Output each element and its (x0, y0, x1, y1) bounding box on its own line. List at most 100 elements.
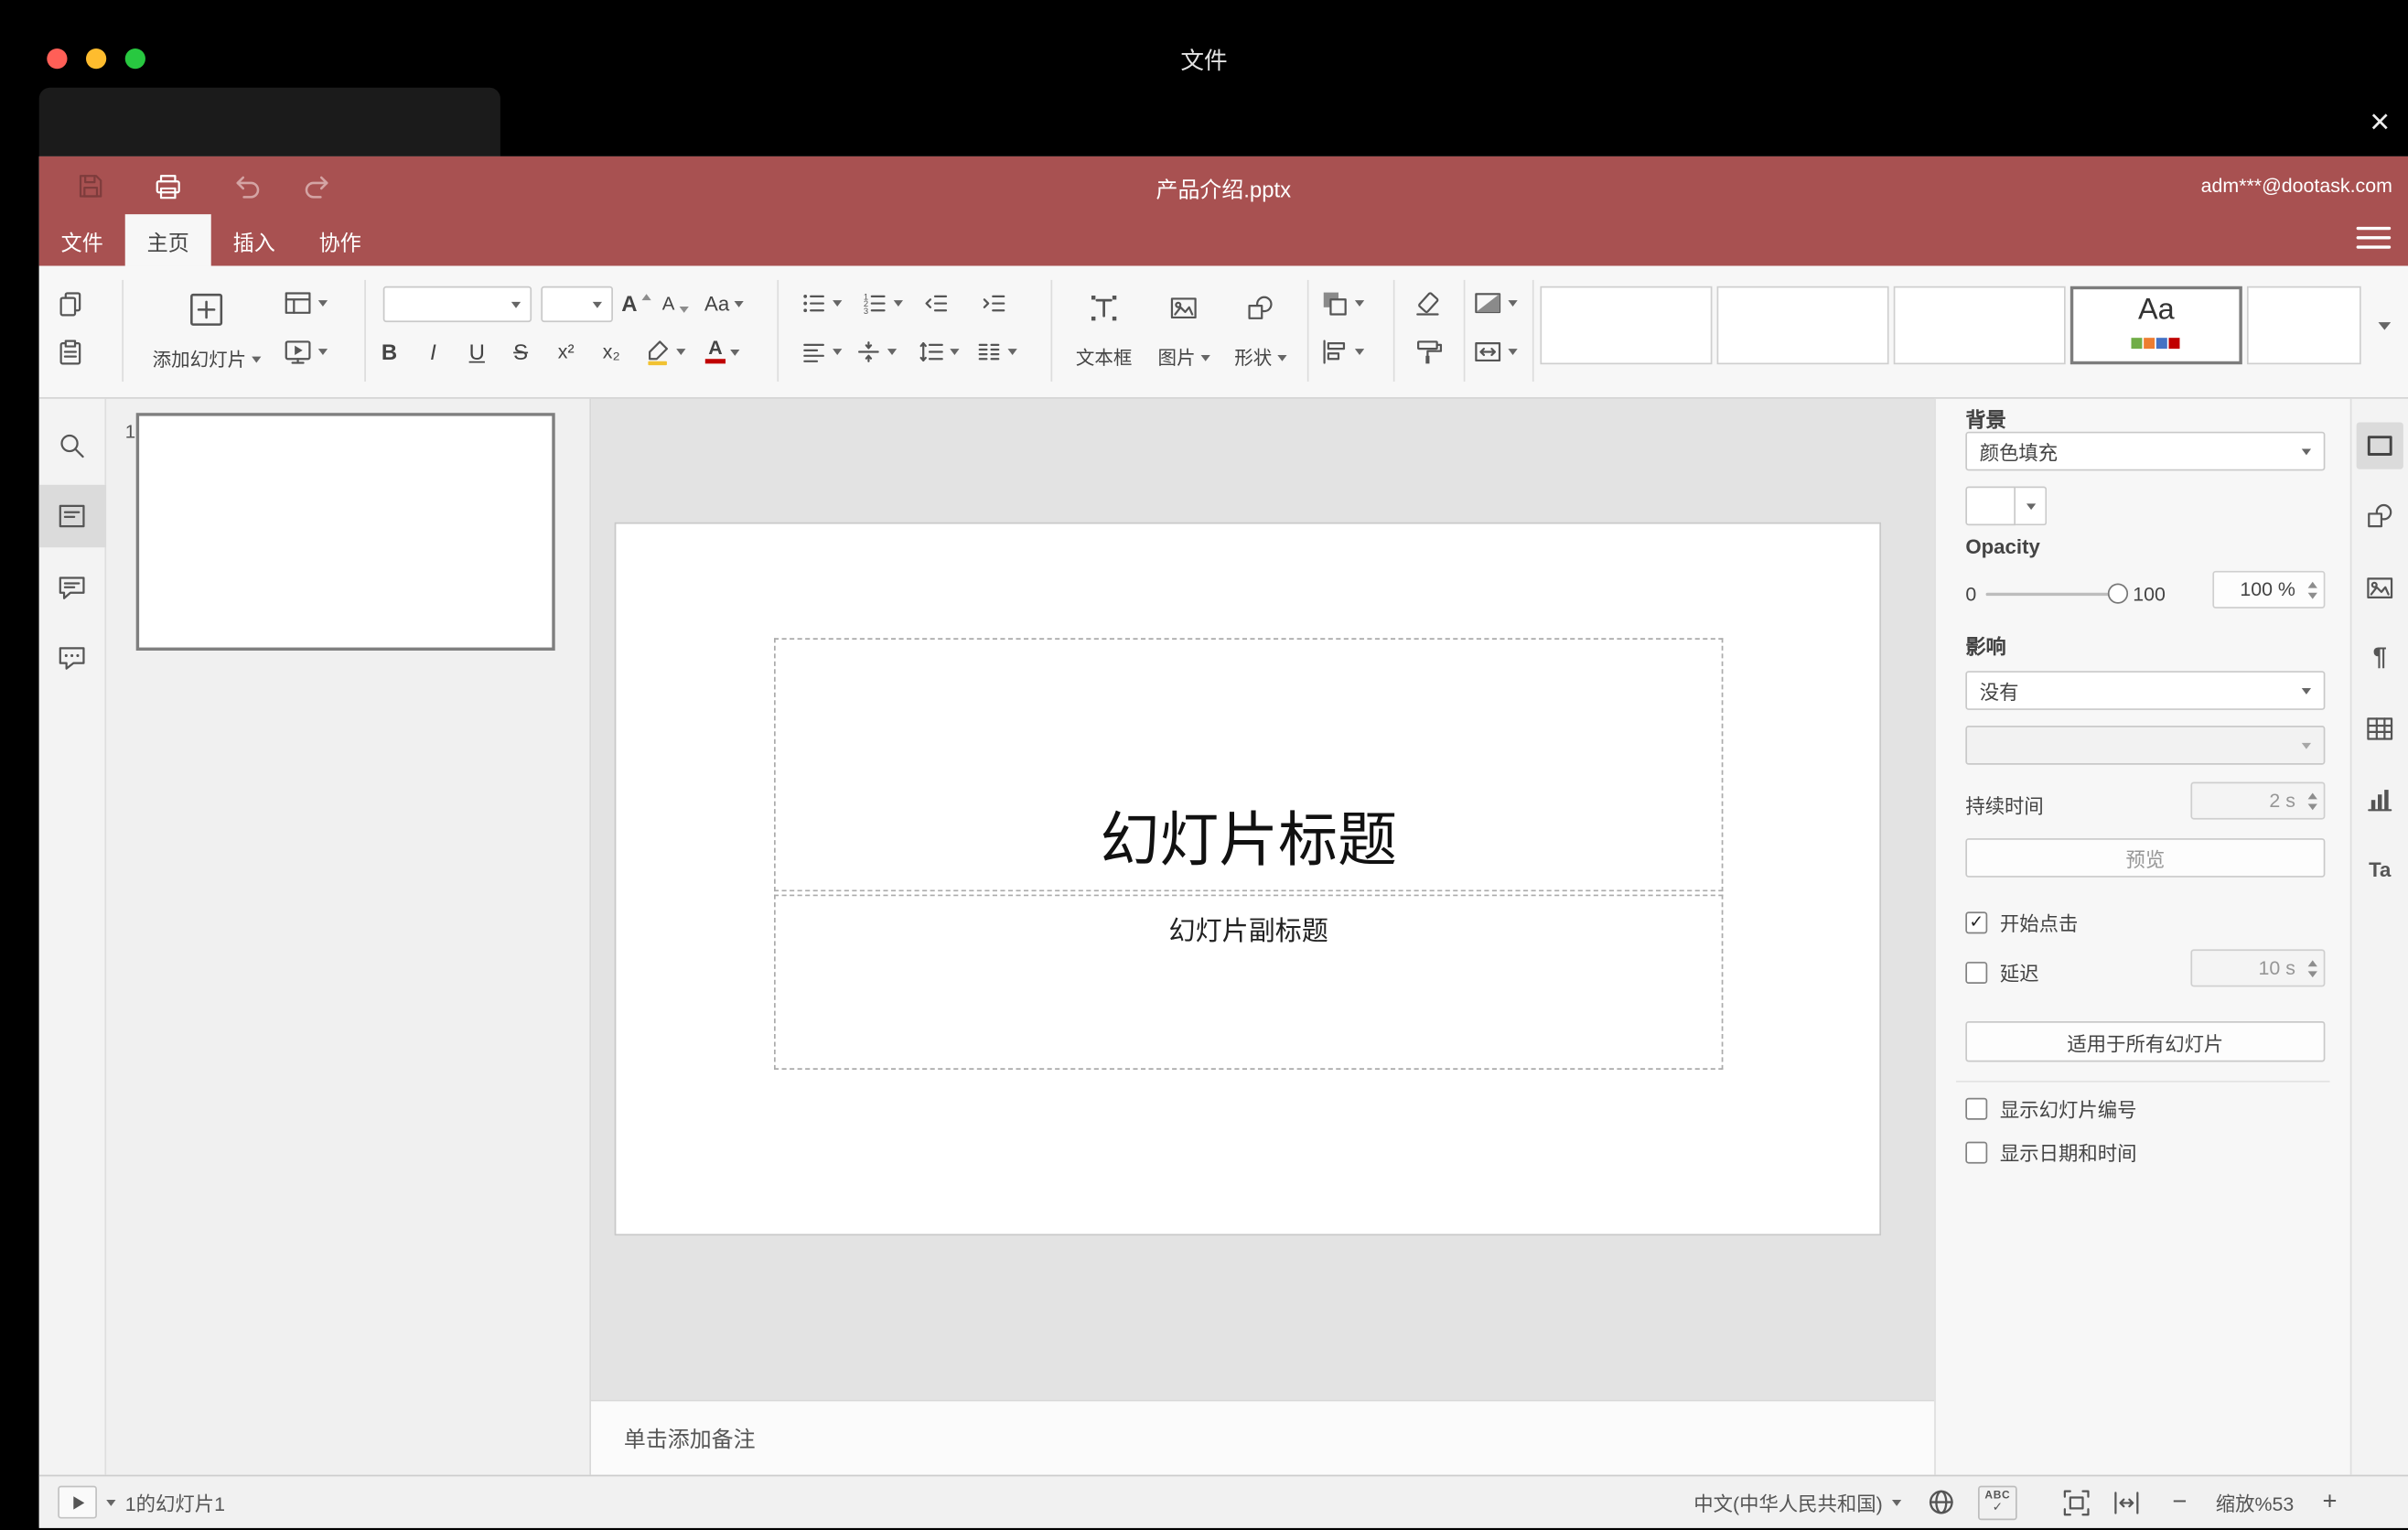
slide-size-button[interactable] (1472, 336, 1518, 367)
delay-checkbox[interactable] (1965, 961, 1988, 984)
theme-thumbnail-3[interactable] (1893, 286, 2066, 365)
chevron-down-icon[interactable] (106, 1499, 116, 1505)
change-case-button[interactable]: Aa (704, 292, 744, 315)
show-date-time-checkbox[interactable] (1965, 1140, 1988, 1163)
title-placeholder[interactable]: 幻灯片标题 (773, 638, 1724, 892)
chevron-down-icon (2026, 502, 2036, 510)
theme-thumbnail-1[interactable] (1540, 286, 1713, 365)
superscript-button[interactable]: x² (558, 341, 575, 363)
chat-button[interactable] (57, 642, 88, 673)
paste-button[interactable] (56, 337, 85, 366)
font-size-select[interactable] (541, 286, 613, 323)
increase-font-button[interactable]: A (621, 291, 651, 316)
clear-style-button[interactable] (1412, 287, 1443, 318)
insert-textbox-button[interactable]: 文本框 (1065, 272, 1143, 391)
effect-select[interactable]: 没有 (1965, 671, 2326, 710)
duration-input[interactable]: 2 s (2190, 781, 2326, 820)
tab-home[interactable]: 主页 (124, 214, 211, 266)
start-slideshow-button[interactable] (58, 1485, 97, 1519)
editor-canvas[interactable]: 幻灯片标题 幻灯片副标题 (591, 398, 1935, 1400)
line-spacing-button[interactable] (917, 338, 960, 366)
slide-thumbnail[interactable] (135, 413, 555, 651)
background-fill-select[interactable]: 颜色填充 (1965, 431, 2326, 471)
spinner-down-icon[interactable] (2307, 970, 2317, 977)
theme-thumbnail-5[interactable] (2246, 286, 2361, 365)
spinner-down-icon[interactable] (2307, 803, 2317, 810)
chart-settings-button[interactable] (2364, 783, 2395, 814)
slide-settings-button[interactable] (2364, 430, 2395, 461)
copy-button[interactable] (56, 288, 85, 318)
notes-area[interactable]: 单击添加备注 (591, 1399, 1935, 1475)
opacity-input[interactable]: 100 % (2212, 570, 2326, 609)
add-slide-button[interactable]: 添加幻灯片 (130, 272, 283, 391)
numbering-button[interactable]: 123 (861, 289, 903, 318)
highlight-color-button[interactable] (643, 338, 686, 366)
theme-gallery-expand-button[interactable] (2362, 286, 2404, 364)
close-icon[interactable]: × (2358, 100, 2402, 144)
spinner-arrows[interactable] (2307, 951, 2317, 986)
theme-thumbnail-2[interactable] (1716, 286, 1889, 365)
paragraph-settings-button[interactable]: ¶ (2373, 644, 2387, 673)
slide-background-button[interactable] (1472, 287, 1518, 318)
bullets-button[interactable] (800, 289, 843, 318)
opacity-slider-knob[interactable] (2107, 583, 2129, 604)
delay-input[interactable]: 10 s (2190, 949, 2326, 987)
spinner-arrows[interactable] (2307, 783, 2317, 818)
bold-button[interactable]: B (382, 339, 397, 364)
effect-type-select[interactable] (1965, 726, 2326, 765)
change-layout-button[interactable] (282, 287, 328, 318)
horizontal-align-button[interactable] (800, 338, 843, 366)
insert-shape-button[interactable]: 形状 (1224, 272, 1296, 391)
vertical-align-button[interactable] (855, 338, 898, 366)
comments-button[interactable] (57, 573, 88, 604)
strikeout-button[interactable]: S (513, 339, 528, 364)
opacity-slider-track[interactable] (1985, 592, 2118, 597)
show-slide-number-checkbox[interactable] (1965, 1096, 1988, 1119)
shape-settings-button[interactable] (2364, 501, 2395, 532)
tab-file[interactable]: 文件 (39, 214, 125, 265)
italic-button[interactable]: I (430, 339, 436, 364)
columns-button[interactable] (975, 338, 1017, 366)
tab-collaboration[interactable]: 协作 (297, 214, 383, 265)
fit-to-width-icon[interactable] (2111, 1486, 2142, 1517)
font-color-button[interactable]: A (704, 339, 740, 364)
spinner-up-icon[interactable] (2307, 959, 2317, 966)
zoom-in-button[interactable]: + (2314, 1488, 2345, 1516)
tab-insert[interactable]: 插入 (211, 214, 297, 265)
spinner-up-icon[interactable] (2307, 580, 2317, 587)
slide[interactable]: 幻灯片标题 幻灯片副标题 (616, 523, 1880, 1234)
table-settings-button[interactable] (2364, 713, 2395, 744)
image-settings-button[interactable] (2364, 573, 2395, 604)
arrange-shape-button[interactable] (1319, 287, 1365, 318)
language-selector[interactable]: 中文(中华人民共和国) (1693, 1487, 1883, 1516)
spell-check-button[interactable]: ABC ✓ (1977, 1484, 2017, 1520)
slides-panel-button[interactable] (57, 501, 88, 532)
decrease-indent-button[interactable] (921, 289, 950, 318)
apply-to-all-slides-button[interactable]: 适用于所有幻灯片 (1965, 1021, 2326, 1062)
insert-image-button[interactable]: 图片 (1147, 272, 1220, 391)
subscript-button[interactable]: x₂ (603, 341, 620, 363)
zoom-out-button[interactable]: − (2164, 1488, 2195, 1516)
decrease-font-button[interactable]: A (662, 293, 689, 315)
start-preview-button[interactable] (282, 336, 328, 367)
start-on-click-checkbox[interactable]: ✓ (1965, 910, 1988, 933)
spinner-up-icon[interactable] (2307, 792, 2317, 799)
spinner-down-icon[interactable] (2307, 591, 2317, 598)
background-color-picker[interactable] (1965, 486, 2048, 526)
hamburger-menu-icon[interactable] (2356, 226, 2392, 249)
search-button[interactable] (57, 430, 88, 461)
underline-button[interactable]: U (469, 339, 485, 364)
spinner-arrows[interactable] (2307, 573, 2317, 608)
align-shape-button[interactable] (1319, 336, 1365, 367)
font-name-select[interactable] (382, 286, 532, 323)
color-picker-dropdown[interactable] (2016, 486, 2048, 526)
globe-icon[interactable] (1927, 1487, 1956, 1516)
copy-style-button[interactable] (1412, 336, 1443, 367)
textart-settings-button[interactable]: Ta (2369, 857, 2391, 881)
theme-thumbnail-selected[interactable]: Aa (2069, 286, 2242, 365)
fit-to-slide-icon[interactable] (2061, 1486, 2092, 1517)
chevron-down-icon[interactable] (1891, 1499, 1902, 1505)
preview-button[interactable]: 预览 (1965, 838, 2326, 878)
subtitle-placeholder[interactable]: 幻灯片副标题 (773, 894, 1724, 1071)
increase-indent-button[interactable] (979, 289, 1007, 318)
